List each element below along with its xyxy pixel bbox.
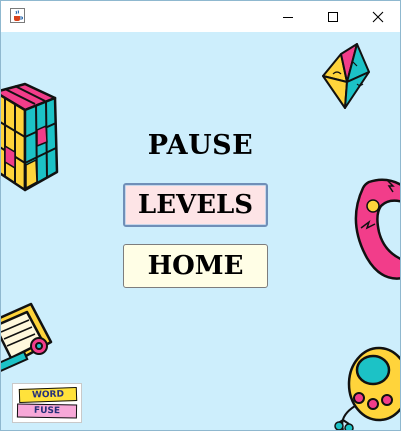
logo-word-text: WORD [18,386,78,404]
minimize-icon [283,16,293,18]
minimize-button[interactable] [265,1,311,32]
tamagotchi-toy-illustration [334,346,400,430]
game-window: WORD FUSE PAUSE LEVELS HOME [0,0,401,431]
home-button[interactable]: HOME [123,244,268,288]
paper-fortune-teller-illustration [322,43,370,109]
logo-fuse-text: FUSE [16,403,78,419]
java-coffee-icon [10,8,25,23]
close-button[interactable] [355,1,400,32]
pause-title: PAUSE [147,130,254,161]
close-icon [372,11,384,22]
levels-button[interactable]: LEVELS [123,183,268,227]
title-bar [1,1,400,32]
maximize-icon [328,11,338,22]
maximize-button[interactable] [310,1,356,32]
retro-phone-handset-illustration [354,178,400,280]
word-fuse-logo: WORD FUSE [12,383,82,423]
pause-screen: WORD FUSE PAUSE LEVELS HOME [1,32,400,430]
